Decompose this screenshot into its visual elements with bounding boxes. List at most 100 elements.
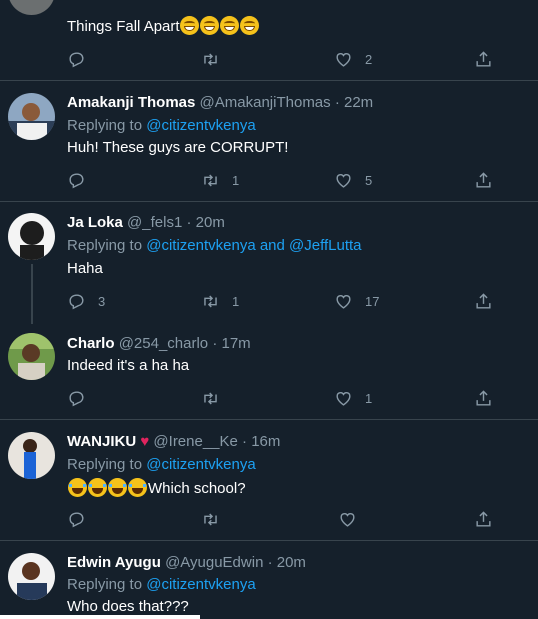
joy-emoji-icon — [128, 478, 147, 497]
avatar[interactable] — [8, 333, 55, 380]
grin-emoji-icon — [239, 16, 259, 35]
joy-emoji-icon — [68, 478, 87, 497]
tweet-header: WANJIKU ♥ @Irene__Ke · 16m — [67, 433, 280, 450]
timestamp[interactable]: · 20m — [268, 554, 306, 571]
grin-emoji-icon — [179, 16, 199, 35]
like-button[interactable]: 2 — [334, 48, 372, 70]
tweet-1[interactable]: Amakanji Thomas @AmakanjiThomas · 22m Re… — [0, 81, 538, 202]
like-icon — [336, 294, 351, 309]
mention-link[interactable]: @citizentvkenya and @JeffLutta — [146, 237, 361, 254]
reply-button[interactable] — [67, 169, 98, 191]
user-handle[interactable]: @Irene__Ke — [153, 433, 237, 450]
tweet-3[interactable]: Charlo @254_charlo · 17m Indeed it's a h… — [0, 319, 538, 420]
timestamp[interactable]: · 20m — [186, 214, 224, 231]
share-icon — [476, 389, 491, 406]
user-handle[interactable]: @254_charlo — [119, 335, 208, 352]
reply-icon — [69, 51, 84, 67]
reply-button[interactable] — [67, 508, 98, 530]
retweet-button[interactable]: 1 — [201, 290, 239, 312]
reply-button[interactable]: 3 — [67, 290, 105, 312]
reply-icon — [69, 293, 84, 309]
tweet-text: Who does that??? — [67, 598, 189, 615]
retweet-button[interactable] — [201, 387, 232, 409]
retweet-icon — [204, 173, 217, 187]
user-handle[interactable]: @_fels1 — [127, 214, 182, 231]
avatar[interactable] — [8, 213, 55, 260]
like-count: 17 — [365, 293, 380, 309]
mention-link[interactable]: @citizentvkenya — [146, 456, 255, 473]
retweet-icon — [204, 512, 217, 526]
retweet-icon — [204, 391, 217, 405]
display-name[interactable]: Edwin Ayugu — [67, 554, 161, 571]
share-icon — [476, 171, 491, 188]
reply-button[interactable] — [67, 387, 98, 409]
share-button[interactable] — [474, 508, 493, 530]
tweet-text: Things Fall Apart — [67, 16, 260, 35]
tweet-5[interactable]: Edwin Ayugu @AyuguEdwin · 20m Replying t… — [0, 541, 538, 619]
reply-icon — [69, 511, 84, 527]
grin-emoji-icon — [199, 16, 219, 35]
tweet-4[interactable]: WANJIKU ♥ @Irene__Ke · 16m Replying to @… — [0, 420, 538, 541]
tweet-actions: 1 — [0, 387, 538, 411]
share-icon — [476, 50, 491, 67]
replying-to: Replying to @citizentvkenya and @JeffLut… — [67, 237, 362, 254]
avatar[interactable] — [8, 553, 55, 600]
user-handle[interactable]: @AyuguEdwin — [165, 554, 263, 571]
user-handle[interactable]: @AmakanjiThomas — [200, 94, 331, 111]
share-button[interactable] — [474, 387, 493, 409]
tweet-actions: 2 — [0, 48, 538, 72]
like-count: 5 — [365, 172, 373, 188]
mention-link[interactable]: @citizentvkenya — [146, 117, 255, 134]
mention-link[interactable]: @citizentvkenya — [146, 576, 255, 593]
retweet-button[interactable] — [201, 508, 232, 530]
share-button[interactable] — [474, 290, 493, 312]
display-name[interactable]: Charlo — [67, 335, 115, 352]
like-icon — [336, 391, 351, 406]
tweet-header: Edwin Ayugu @AyuguEdwin · 20m — [67, 554, 306, 571]
retweet-count: 1 — [232, 172, 240, 188]
display-name[interactable]: Amakanji Thomas — [67, 94, 195, 111]
share-button[interactable] — [474, 48, 493, 70]
like-button[interactable]: 1 — [334, 387, 372, 409]
like-count: 2 — [365, 51, 373, 67]
reply-button[interactable] — [67, 48, 98, 70]
share-icon — [476, 292, 491, 309]
retweet-icon — [204, 294, 217, 308]
retweet-count: 1 — [232, 293, 240, 309]
like-count: 1 — [365, 390, 373, 406]
tweet-header: Ja Loka @_fels1 · 20m — [67, 214, 225, 231]
timestamp[interactable]: · 22m — [335, 94, 373, 111]
share-button[interactable] — [474, 169, 493, 191]
display-name[interactable]: WANJIKU — [67, 433, 136, 450]
retweet-icon — [204, 52, 217, 66]
replying-to-label: Replying to — [67, 576, 143, 593]
like-button[interactable]: 5 — [334, 169, 372, 191]
avatar[interactable] — [8, 432, 55, 479]
like-icon — [336, 173, 351, 188]
reply-icon — [69, 172, 84, 188]
tweet-text: Which school? — [68, 478, 246, 497]
tweet-text: Huh! These guys are CORRUPT! — [67, 139, 289, 156]
timestamp[interactable]: · 17m — [212, 335, 250, 352]
like-icon — [340, 512, 355, 527]
like-button[interactable] — [338, 508, 369, 530]
avatar[interactable] — [8, 93, 55, 140]
display-name[interactable]: Ja Loka — [67, 214, 123, 231]
tweet-0[interactable]: Things Fall Apart 2 — [0, 0, 538, 81]
tweet-2[interactable]: Ja Loka @_fels1 · 20m Replying to @citiz… — [0, 202, 538, 324]
like-button[interactable]: 17 — [334, 290, 379, 312]
retweet-button[interactable]: 1 — [201, 169, 239, 191]
replying-to-label: Replying to — [67, 117, 143, 134]
replying-to: Replying to @citizentvkenya — [67, 576, 256, 593]
heart-emoji-icon: ♥ — [140, 433, 150, 450]
scroll-indicator — [0, 615, 200, 619]
tweet-actions — [0, 508, 538, 532]
joy-emoji-icon — [108, 478, 127, 497]
tweet-actions: 3 1 17 — [0, 290, 538, 314]
share-icon — [476, 510, 491, 527]
tweet-text: Indeed it's a ha ha — [67, 357, 190, 374]
timestamp[interactable]: · 16m — [242, 433, 280, 450]
avatar[interactable] — [8, 0, 55, 15]
replying-to: Replying to @citizentvkenya — [67, 456, 256, 473]
retweet-button[interactable] — [201, 48, 232, 70]
